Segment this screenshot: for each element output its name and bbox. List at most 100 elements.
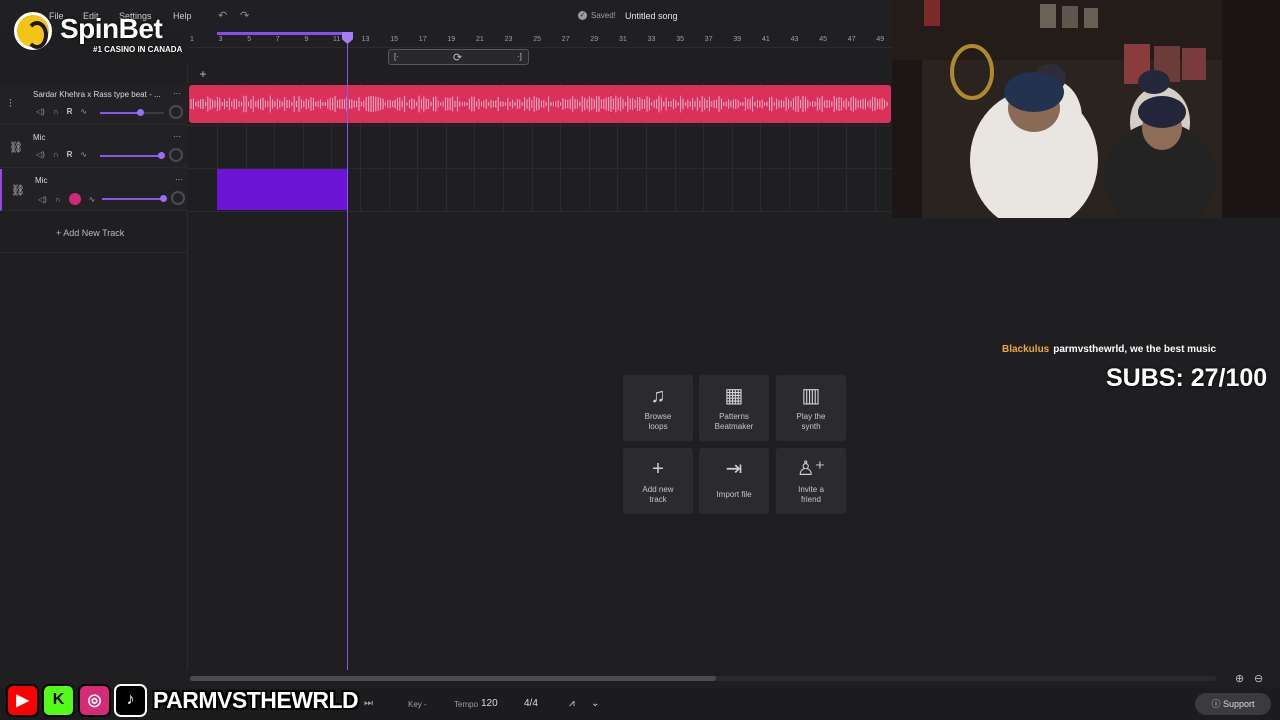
speaker-icon[interactable]: ◁) [38, 195, 47, 204]
track-header[interactable]: ⛓ Mic ··· ◁) ∩ R ∿ [0, 126, 188, 168]
pan-knob[interactable] [169, 148, 183, 162]
support-label: Support [1222, 699, 1255, 709]
fx-icon[interactable]: ∿ [89, 195, 96, 204]
time-signature[interactable]: 4/4 [524, 698, 538, 709]
loop-region[interactable]: [· ⟳ ·] [388, 49, 529, 65]
track-controls: ◁) ∩ R ∿ [36, 150, 87, 159]
speaker-icon[interactable]: ◁) [36, 107, 45, 116]
headphones-icon[interactable]: ∩ [55, 195, 61, 204]
track-name[interactable]: Mic [35, 176, 47, 185]
more-icon[interactable]: ··· [173, 132, 181, 141]
track-header[interactable]: ⫶ Sardar Khehra x Rass type beat - ... ·… [0, 83, 188, 125]
ruler-tick-label: 21 [476, 36, 484, 43]
volume-slider[interactable] [100, 109, 164, 116]
audio-clip[interactable] [189, 85, 891, 123]
key-value[interactable]: - [424, 700, 427, 709]
tiktok-icon: ♪ [114, 683, 147, 717]
spinbet-logo: SpinBet #1 CASINO IN CANADA [14, 10, 190, 56]
tile-label: Invite a [798, 485, 824, 494]
ruler-tick-label: 9 [304, 36, 309, 43]
volume-knob[interactable] [159, 195, 167, 202]
fx-icon[interactable]: ∿ [80, 150, 87, 159]
zoom-out-icon[interactable]: ⊖ [1254, 672, 1263, 685]
save-status: ✓ Saved! [578, 11, 616, 20]
track-header[interactable]: ⛓ Mic ··· ◁) ∩ ∿ [0, 169, 188, 211]
ruler-tick-label: 43 [790, 36, 799, 43]
skip-forward-icon[interactable]: ⏭ [364, 698, 373, 709]
invite-friend-button[interactable]: ♙⁺ Invite a friend [776, 448, 846, 514]
pan-knob[interactable] [169, 105, 183, 119]
recording-clip[interactable] [217, 169, 348, 210]
add-new-track-tile[interactable]: + Add new track [623, 448, 693, 514]
chat-text: parmvsthewrld, we the best music [1053, 344, 1217, 355]
spinbet-mark [14, 12, 52, 50]
link-icon: ⛓ [9, 142, 23, 154]
tempo-value[interactable]: 120 [481, 698, 498, 709]
ruler-tick-label: 23 [504, 36, 513, 43]
volume-knob[interactable] [157, 152, 165, 159]
metronome-icon[interactable]: ⩘ [569, 698, 575, 709]
kick-icon: K [42, 683, 75, 717]
track-name[interactable]: Mic [33, 133, 45, 142]
headphones-icon[interactable]: ∩ [53, 150, 59, 159]
key-label[interactable]: Key [408, 700, 422, 709]
add-track-plus-button[interactable]: + [195, 67, 211, 81]
fx-icon[interactable]: ∿ [80, 107, 87, 116]
playhead[interactable] [347, 32, 348, 670]
undo-icon[interactable]: ↶ [218, 9, 227, 22]
more-icon[interactable]: ··· [173, 89, 181, 98]
ruler-tick-label: 19 [447, 36, 456, 43]
link-icon: ⛓ [11, 185, 25, 197]
record-arm-button[interactable]: R [67, 107, 73, 116]
play-synth-button[interactable]: ▥ Play the synth [776, 375, 846, 441]
add-person-icon: ♙⁺ [796, 458, 826, 480]
ruler-tick-label: 13 [361, 36, 370, 43]
ruler-tick-label: 3 [218, 36, 223, 43]
chat-username: Blackulus [1002, 344, 1050, 355]
ruler-tick-label: 11 [333, 36, 341, 43]
social-handle: PARMVSTHEWRLD [153, 686, 359, 713]
redo-icon[interactable]: ↷ [240, 9, 249, 22]
record-arm-button[interactable]: R [67, 150, 73, 159]
ruler-tick-label: 1 [190, 36, 194, 43]
plus-icon: + [652, 458, 664, 480]
loop-end-handle[interactable]: ·] [517, 52, 522, 61]
ruler-tick-label: 41 [762, 36, 770, 43]
loop-icon[interactable]: ⟳ [453, 51, 462, 64]
brand-tagline: #1 CASINO IN CANADA [93, 45, 183, 54]
horizontal-scrollbar[interactable] [190, 676, 1216, 681]
chevron-down-icon[interactable]: ⌄ [591, 698, 599, 709]
add-new-track-button[interactable]: + Add New Track [56, 228, 124, 238]
ruler-tick-label: 7 [275, 36, 280, 43]
volume-slider[interactable] [102, 195, 167, 202]
volume-knob[interactable] [136, 109, 144, 116]
speaker-icon[interactable]: ◁) [36, 150, 45, 159]
volume-fill [100, 112, 140, 114]
ruler-tick-label: 25 [533, 36, 541, 43]
track-name[interactable]: Sardar Khehra x Rass type beat - ... [33, 90, 161, 99]
ruler-tick-label: 15 [390, 36, 398, 43]
tile-label: Browse [644, 412, 672, 421]
social-overlay: ▶ K ◎ ♪ PARMVSTHEWRLD [6, 682, 359, 718]
loop-start-handle[interactable]: [· [394, 52, 399, 61]
browse-loops-button[interactable]: ♫ Browse loops [623, 375, 693, 441]
patterns-beatmaker-button[interactable]: ▦ Patterns Beatmaker [699, 375, 769, 441]
music-note-icon: ♫ [650, 385, 666, 407]
volume-slider[interactable] [100, 152, 165, 159]
track-lane[interactable] [188, 126, 892, 169]
tempo-label: Tempo [454, 700, 479, 709]
subs-counter: SUBS: 27/100 [1106, 364, 1268, 392]
headphones-icon[interactable]: ∩ [53, 107, 59, 116]
support-button[interactable]: ⓘ Support [1195, 693, 1271, 715]
record-armed-button[interactable] [68, 193, 81, 205]
scrollbar-thumb[interactable] [190, 676, 716, 681]
more-icon[interactable]: ··· [175, 175, 183, 184]
song-title[interactable]: Untitled song [625, 11, 678, 21]
ruler-tick-label: 27 [561, 36, 570, 43]
ruler-tick-label: 35 [676, 36, 684, 43]
pan-knob[interactable] [171, 191, 185, 205]
import-file-button[interactable]: ⇥ Import file [699, 448, 769, 514]
brand-name: SpinBet [60, 13, 163, 44]
zoom-in-icon[interactable]: ⊕ [1235, 672, 1244, 685]
ruler-tick-label: 45 [819, 36, 827, 43]
